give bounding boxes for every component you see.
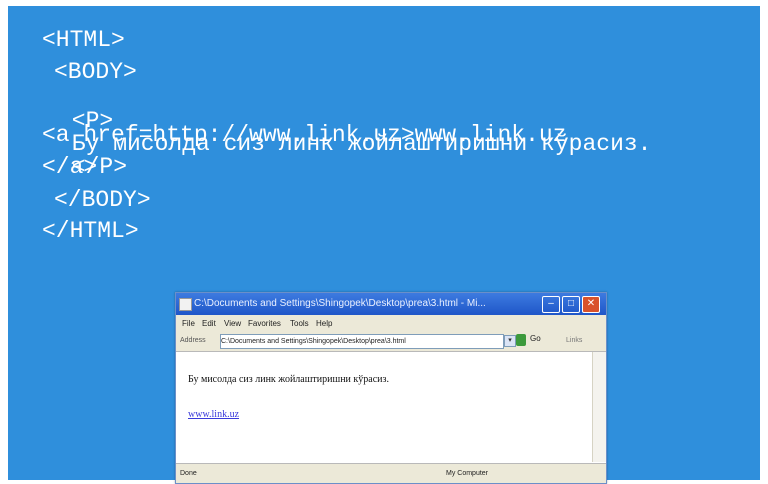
vertical-scrollbar[interactable] [592,352,606,462]
status-zone: My Computer [446,470,489,477]
link-www-link-uz[interactable]: www.link.uz [188,409,239,420]
status-bar: Done My Computer [176,463,606,483]
menu-view[interactable]: View [224,319,241,328]
browser-title: C:\Documents and Settings\Shingopek\Desk… [194,298,486,309]
code-line-html-close: </HTML> [42,218,139,244]
code-line-body-open: <BODY> [54,59,137,85]
menu-bar: File Edit View Favorites Tools Help [176,315,606,331]
browser-window-screenshot: C:\Documents and Settings\Shingopek\Desk… [175,292,607,484]
ie-page-icon [179,298,192,311]
menu-favorites[interactable]: Favorites [248,319,281,328]
close-button[interactable]: ✕ [582,296,600,313]
menu-help[interactable]: Help [316,319,332,328]
address-label: Address [180,337,206,344]
minimize-button[interactable]: – [542,296,560,313]
code-line-anchor-close: </a> [42,154,98,180]
code-line-body-close: </BODY> [54,187,151,213]
address-dropdown-icon[interactable]: ▾ [504,335,516,347]
paragraph-text: Бу мисолда сиз линк жойлаштиришни кўраси… [188,374,389,385]
status-done: Done [180,470,197,477]
code-line-anchor: <a href=http://www.link.uz>www.link.uz [42,122,567,148]
menu-edit[interactable]: Edit [202,319,216,328]
browser-title-bar: C:\Documents and Settings\Shingopek\Desk… [176,293,606,315]
links-label[interactable]: Links [566,337,582,344]
page-content: Бу мисолда сиз линк жойлаштиришни кўраси… [176,352,591,462]
menu-tools[interactable]: Tools [290,319,309,328]
go-button[interactable]: Go [530,334,541,343]
address-field[interactable]: C:\Documents and Settings\Shingopek\Desk… [220,334,504,349]
go-arrow-icon[interactable] [516,334,526,346]
maximize-button[interactable]: □ [562,296,580,313]
code-line-html-open: <HTML> [42,27,125,53]
address-bar: Address C:\Documents and Settings\Shingo… [176,331,606,352]
menu-file[interactable]: File [182,319,195,328]
